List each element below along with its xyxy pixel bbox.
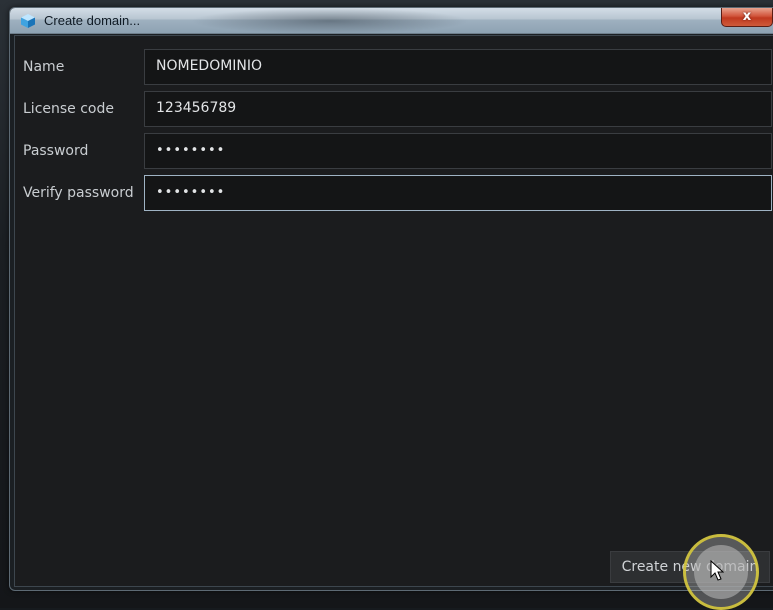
license-code-label: License code	[23, 101, 114, 117]
verify-password-row: Verify password ••••••••	[15, 175, 773, 211]
verify-password-label: Verify password	[23, 185, 134, 201]
verify-password-input[interactable]: ••••••••	[144, 175, 772, 211]
close-button[interactable]: x	[721, 8, 773, 27]
name-row: Name NOMEDOMINIO	[15, 49, 773, 85]
license-code-row: License code 123456789	[15, 91, 773, 127]
license-code-input[interactable]: 123456789	[144, 91, 772, 127]
create-domain-dialog: Create domain... x Name NOMEDOMINIO Lice…	[9, 7, 773, 591]
password-row: Password ••••••••	[15, 133, 773, 169]
dialog-content: Name NOMEDOMINIO License code 123456789 …	[14, 35, 773, 587]
title-bar[interactable]: Create domain... x	[10, 8, 773, 34]
mouse-pointer-icon	[710, 560, 724, 581]
name-label: Name	[23, 59, 65, 75]
cube-icon	[21, 14, 35, 28]
password-label: Password	[23, 143, 89, 159]
close-icon: x	[742, 9, 752, 24]
window-title: Create domain...	[44, 13, 141, 28]
password-input[interactable]: ••••••••	[144, 133, 772, 169]
title-bar-shadow	[190, 8, 470, 34]
name-input[interactable]: NOMEDOMINIO	[144, 49, 772, 85]
